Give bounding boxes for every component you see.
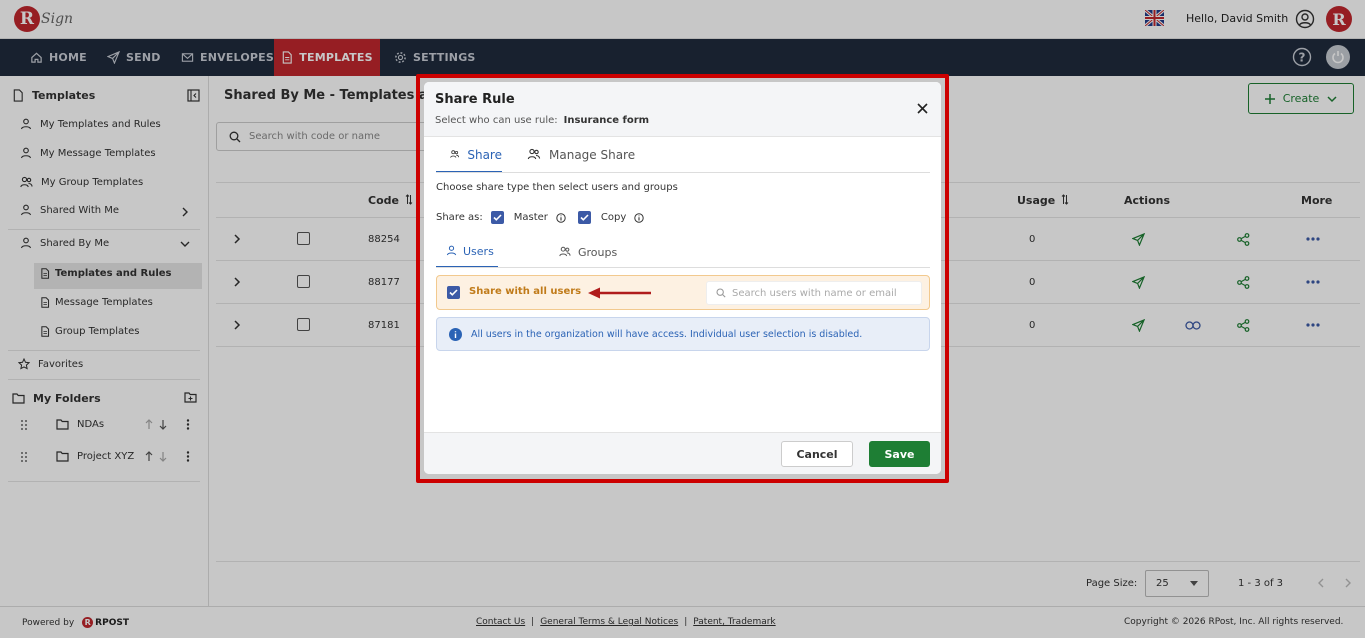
subtab-label: Groups [578, 246, 618, 259]
check-icon [449, 289, 458, 296]
subtab-users[interactable]: Users [436, 245, 498, 268]
dialog-subtitle: Select who can use rule: Insurance form [435, 115, 649, 126]
group-icon [527, 148, 541, 160]
group-icon [559, 246, 571, 257]
master-checkbox[interactable] [490, 211, 504, 224]
share-rule-dialog: Share Rule Select who can use rule: Insu… [424, 82, 941, 474]
copy-label: Copy [600, 212, 627, 223]
check-icon [580, 214, 589, 221]
tab-manage-share[interactable]: Manage Share [527, 148, 635, 162]
share-as-row: Share as: Master Copy [436, 211, 644, 224]
close-icon[interactable] [917, 103, 928, 114]
user-search-input[interactable]: Search users with name or email [706, 281, 922, 305]
dialog-title: Share Rule [435, 92, 515, 107]
subtab-groups[interactable]: Groups [558, 246, 617, 259]
share-as-label: Share as: [436, 212, 483, 223]
share-all-checkbox[interactable] [447, 286, 460, 299]
tab-divider [436, 172, 930, 173]
group-icon [450, 150, 460, 158]
subtab-label: Users [463, 245, 494, 258]
person-icon [446, 245, 457, 256]
share-all-panel: Share with all users Search users with n… [436, 275, 930, 310]
dialog-header: Share Rule Select who can use rule: Insu… [424, 82, 941, 137]
check-icon [493, 214, 502, 221]
save-button[interactable]: Save [869, 441, 930, 467]
info-text: All users in the organization will have … [471, 328, 863, 340]
instruction-text: Choose share type then select users and … [436, 182, 678, 193]
copy-checkbox[interactable] [577, 211, 591, 224]
tab-label: Share [467, 148, 502, 162]
user-search-placeholder: Search users with name or email [732, 287, 897, 299]
tab-label: Manage Share [549, 148, 636, 162]
info-icon[interactable] [634, 212, 644, 223]
share-all-label[interactable]: Share with all users [469, 286, 581, 297]
subtitle-label: Select who can use rule: [435, 115, 558, 126]
info-banner: All users in the organization will have … [436, 317, 930, 351]
info-circle-icon [449, 327, 462, 341]
master-label: Master [513, 212, 548, 223]
search-icon [716, 288, 726, 298]
rule-name: Insurance form [563, 115, 650, 126]
info-icon[interactable] [556, 212, 566, 223]
arrow-left-icon [588, 287, 651, 299]
dialog-footer: Cancel Save [424, 432, 941, 474]
subtab-divider [436, 267, 930, 268]
tab-share[interactable]: Share [436, 148, 502, 173]
cancel-button[interactable]: Cancel [781, 441, 853, 467]
